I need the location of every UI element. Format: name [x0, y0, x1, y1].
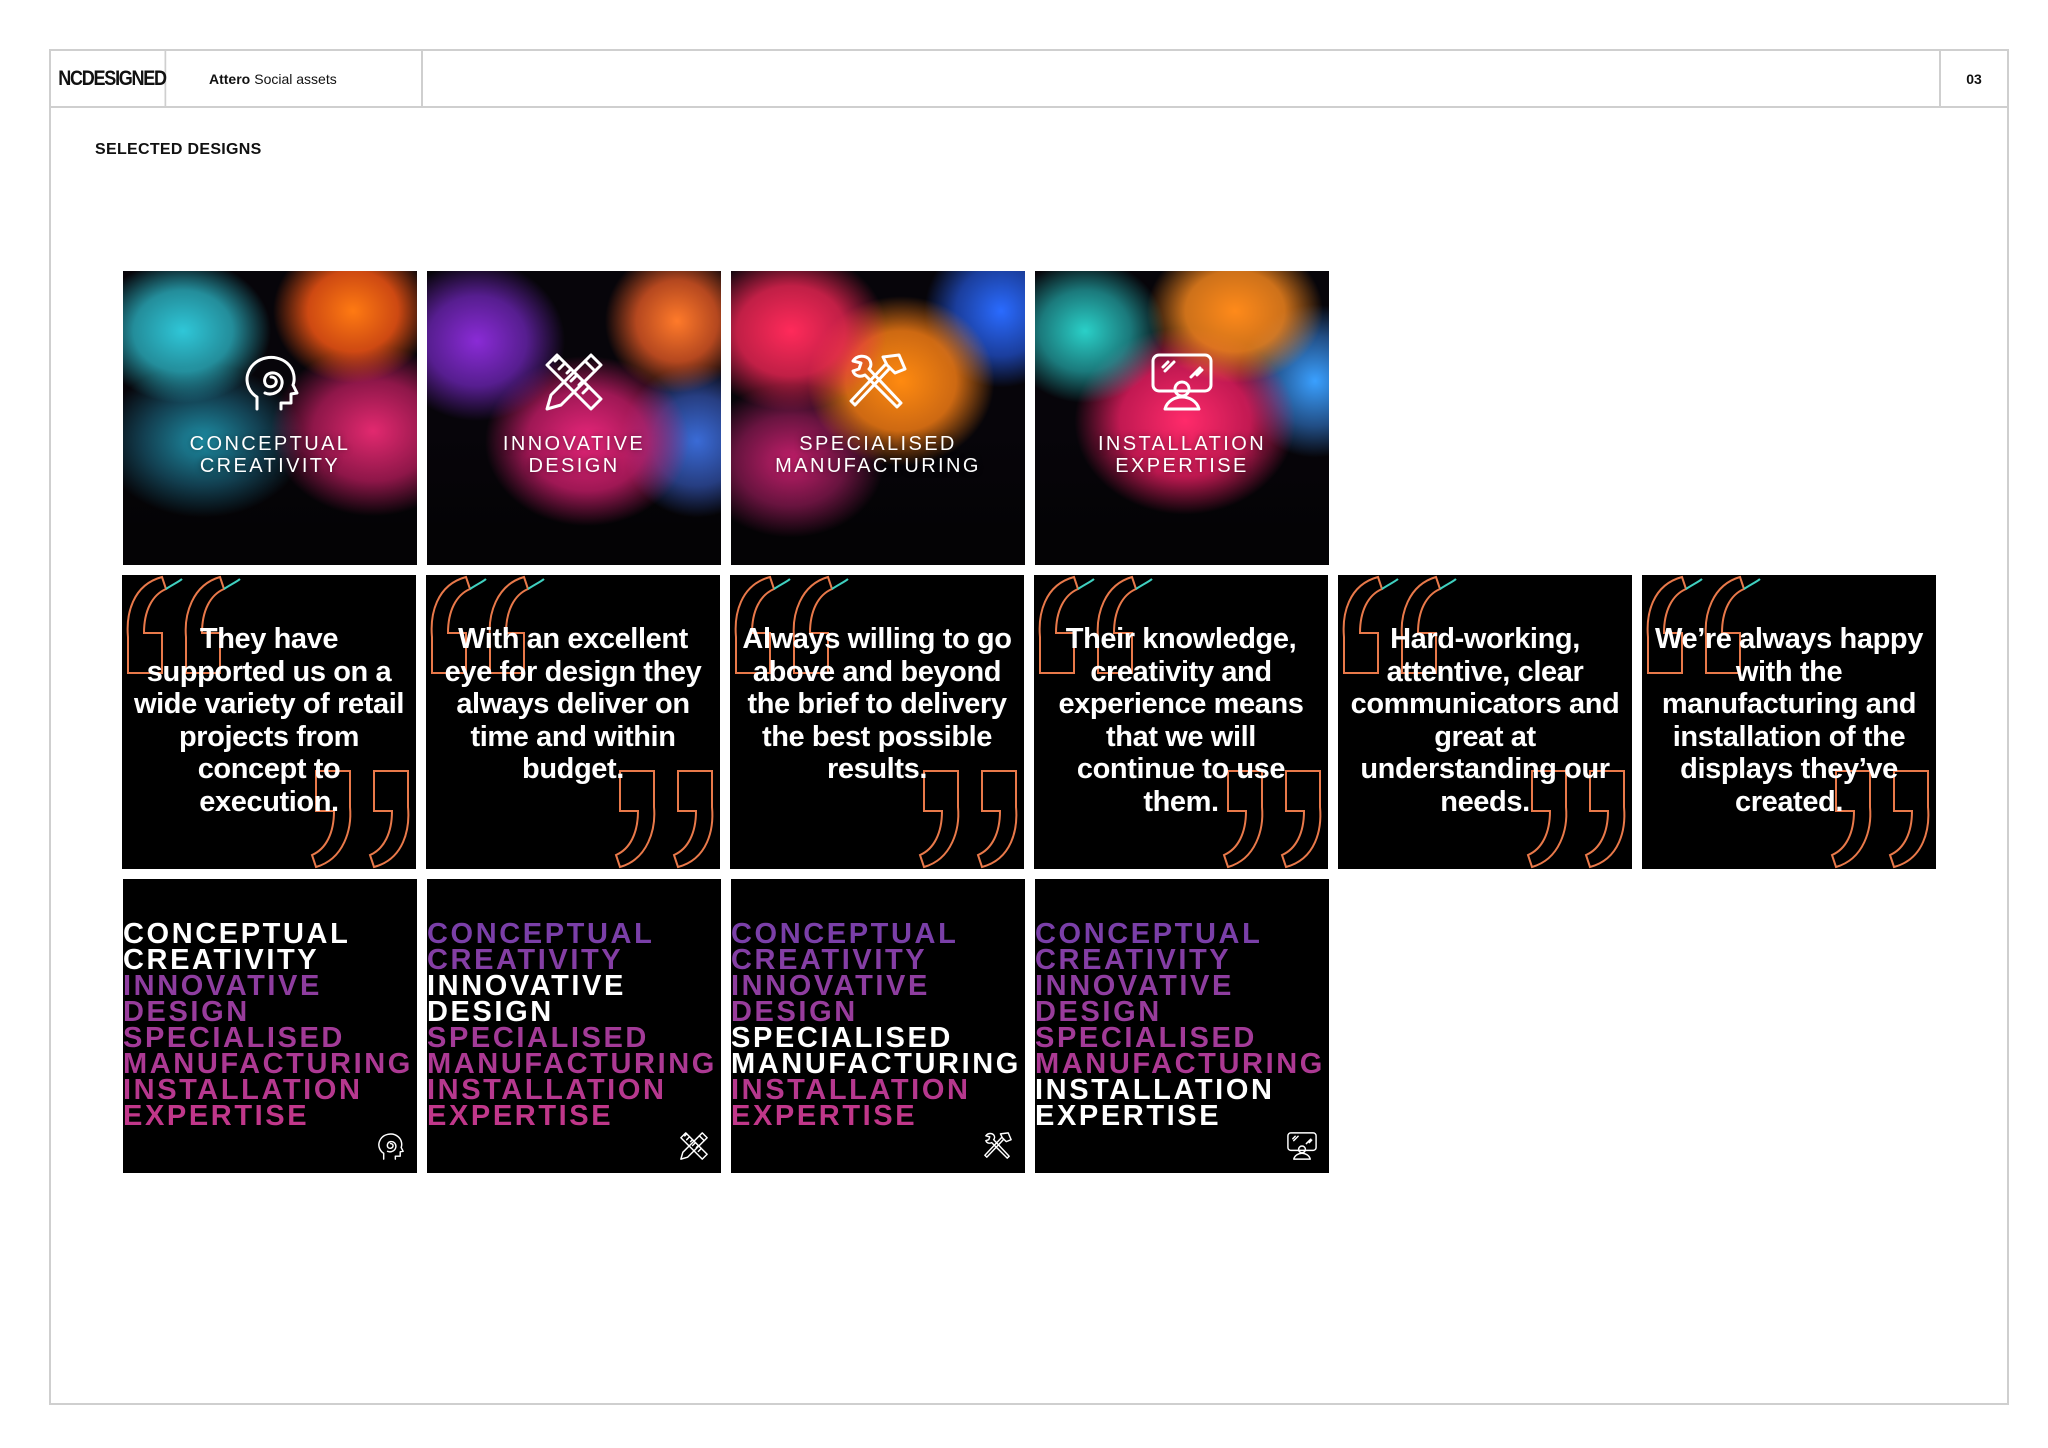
service-line: EXPERTISE — [123, 1100, 310, 1132]
label-line-2: EXPERTISE — [1115, 455, 1249, 477]
display-person-icon — [1147, 347, 1217, 417]
head-spiral-icon — [373, 1129, 407, 1163]
service-line: EXPERTISE — [427, 1100, 614, 1132]
label-line-1: INNOVATIVE — [502, 433, 646, 455]
smoke-tile-3: SPECIALISED MANUFACTURING — [731, 271, 1025, 565]
hammer-wrench-icon — [843, 347, 913, 417]
quote-tile-6: We’re always happy with the manufacturin… — [1642, 575, 1936, 869]
quote-tile-4: Their knowledge, creativity and experien… — [1034, 575, 1328, 869]
service-list: CONCEPTUAL CREATIVITY INNOVATIVE DESIGN SPEC… — [731, 920, 1025, 1132]
smoke-background — [123, 271, 417, 565]
quote-tile-5: Hard-working, attentive, clear communica… — [1338, 575, 1632, 869]
smoke-background — [731, 271, 1025, 565]
service-list: CONCEPTUAL CREATIVITY INNOVATIVE DESIGN SPEC… — [123, 920, 417, 1132]
smoke-tile-label: SPECIALISED MANUFACTURING — [731, 433, 1025, 477]
smoke-tile-label: CONCEPTUAL CREATIVITY — [123, 433, 417, 477]
smoke-background — [1035, 271, 1329, 565]
testimonial-text: They have supported us on a wide variety… — [133, 623, 405, 818]
brand-logo: NCDESIGNED — [51, 51, 167, 106]
quote-tile-2: With an excellent eye for design they al… — [426, 575, 720, 869]
label-line-2: CREATIVITY — [199, 455, 341, 477]
smoke-tile-label: INSTALLATION EXPERTISE — [1035, 433, 1329, 477]
label-line-1: CONCEPTUAL — [189, 433, 351, 455]
smoke-tile-2: INNOVATIVE DESIGN — [427, 271, 721, 565]
testimonial-text: Hard-working, attentive, clear communica… — [1350, 623, 1620, 818]
service-line: EXPERTISE — [731, 1100, 918, 1132]
label-line-1: SPECIALISED — [799, 433, 957, 455]
page-header: NCDESIGNED Attero Social assets 03 — [51, 51, 2007, 108]
testimonial-text: Always willing to go above and beyond th… — [742, 623, 1012, 785]
smoke-tile-4: INSTALLATION EXPERTISE — [1035, 271, 1329, 565]
quote-tile-1: They have supported us on a wide variety… — [122, 575, 416, 869]
smoke-background — [427, 271, 721, 565]
service-list: CONCEPTUAL CREATIVITY INNOVATIVE DESIGN SPEC… — [427, 920, 721, 1132]
testimonial-text: With an excellent eye for design they al… — [444, 623, 702, 785]
project-client: Attero — [209, 70, 251, 87]
head-spiral-icon — [235, 347, 305, 417]
hammer-wrench-icon — [981, 1129, 1015, 1163]
smoke-tile-label: INNOVATIVE DESIGN — [427, 433, 721, 477]
quote-tile-3: Always willing to go above and beyond th… — [730, 575, 1024, 869]
type-tile-2: CONCEPTUAL CREATIVITY INNOVATIVE DESIGN SPEC… — [427, 879, 721, 1173]
project-subtitle: Social assets — [254, 70, 337, 87]
section-title: SELECTED DESIGNS — [95, 141, 262, 158]
label-line-2: DESIGN — [528, 455, 620, 477]
label-line-1: INSTALLATION — [1097, 433, 1267, 455]
page-number: 03 — [1939, 51, 2007, 106]
pencil-ruler-icon — [677, 1129, 711, 1163]
testimonial-text: We’re always happy with the manufacturin… — [1655, 623, 1923, 818]
testimonial-text: Their knowledge, creativity and experien… — [1058, 623, 1304, 818]
service-line: EXPERTISE — [1035, 1100, 1222, 1132]
service-list: CONCEPTUAL CREATIVITY INNOVATIVE DESIGN SPEC… — [1035, 920, 1329, 1132]
label-line-2: MANUFACTURING — [775, 455, 981, 477]
type-tile-1: CONCEPTUAL CREATIVITY INNOVATIVE DESIGN SPEC… — [123, 879, 417, 1173]
smoke-tile-1: CONCEPTUAL CREATIVITY — [123, 271, 417, 565]
type-tile-3: CONCEPTUAL CREATIVITY INNOVATIVE DESIGN SPEC… — [731, 879, 1025, 1173]
display-person-icon — [1285, 1129, 1319, 1163]
type-tile-4: CONCEPTUAL CREATIVITY INNOVATIVE DESIGN SPEC… — [1035, 879, 1329, 1173]
pencil-ruler-icon — [539, 347, 609, 417]
project-title: Attero Social assets — [185, 51, 423, 106]
